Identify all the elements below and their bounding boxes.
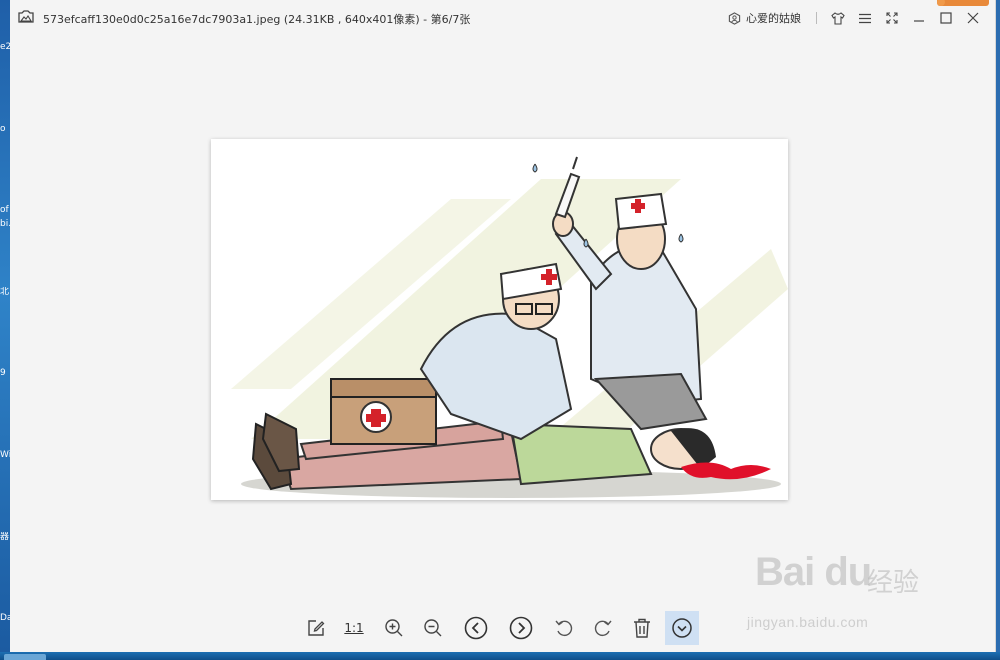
displayed-image[interactable] — [211, 139, 788, 500]
menu-button[interactable] — [856, 9, 874, 27]
close-icon — [967, 12, 979, 24]
start-button[interactable] — [4, 654, 46, 660]
maximize-icon — [940, 12, 952, 24]
desktop-icon-label[interactable]: Wi — [0, 450, 10, 460]
actual-size-label: 1:1 — [344, 621, 364, 635]
more-down-icon — [672, 618, 692, 638]
edit-icon — [308, 620, 325, 636]
user-name: 心爱的姑娘 — [746, 12, 801, 25]
title-bar[interactable]: 573efcaff130e0d0c25a16e7dc7903a1.jpeg (2… — [10, 0, 995, 36]
divider — [816, 12, 817, 24]
desktop-icon-label[interactable]: Da — [0, 613, 10, 623]
minimize-button[interactable] — [910, 9, 928, 27]
user-avatar-icon — [728, 11, 741, 25]
more-button[interactable] — [665, 611, 699, 645]
edit-button[interactable] — [299, 611, 333, 645]
desktop-edge — [0, 0, 10, 660]
close-button[interactable] — [964, 9, 982, 27]
rotate-left-icon — [555, 620, 573, 637]
user-account[interactable]: 心爱的姑娘 — [728, 10, 801, 26]
first-aid-illustration — [231, 156, 788, 498]
zoom-out-button[interactable] — [416, 611, 450, 645]
previous-icon — [464, 616, 488, 640]
desktop-icon-label[interactable]: 北 — [0, 287, 10, 297]
desktop-icon-label[interactable]: bi. — [0, 219, 10, 229]
zoom-out-icon — [424, 619, 442, 637]
image-viewer-window: 573efcaff130e0d0c25a16e7dc7903a1.jpeg (2… — [10, 0, 996, 652]
rotate-right-icon — [594, 620, 612, 637]
desktop-icon-label[interactable]: of — [0, 205, 10, 215]
watermark-brand-cn: 经验 — [867, 568, 920, 598]
window-title: 573efcaff130e0d0c25a16e7dc7903a1.jpeg (2… — [43, 13, 471, 26]
zoom-in-button[interactable] — [377, 611, 411, 645]
desktop-icon-label[interactable]: 9 — [0, 368, 10, 378]
fullscreen-icon — [886, 12, 898, 24]
zoom-in-icon — [385, 619, 403, 637]
watermark-brand: Bai du — [755, 550, 872, 594]
rotate-right-button[interactable] — [586, 611, 620, 645]
minimize-icon — [914, 20, 924, 22]
rotate-left-button[interactable] — [547, 611, 581, 645]
bottom-toolbar: 1:1 — [10, 607, 995, 649]
menu-icon — [859, 13, 871, 23]
viewer-app-icon — [18, 10, 34, 23]
maximize-button[interactable] — [937, 9, 955, 27]
next-icon — [509, 616, 533, 640]
skin-button[interactable] — [829, 9, 847, 27]
desktop-icon-label[interactable]: 器 — [0, 532, 10, 542]
shirt-skin-icon — [831, 11, 845, 25]
previous-button[interactable] — [459, 611, 493, 645]
desktop-icon-label[interactable]: o — [0, 124, 10, 134]
desktop-icon-label[interactable]: e2 — [0, 42, 10, 52]
actual-size-button[interactable]: 1:1 — [337, 611, 371, 645]
taskbar — [0, 652, 1000, 660]
fullscreen-button[interactable] — [883, 9, 901, 27]
next-button[interactable] — [504, 611, 538, 645]
delete-icon — [634, 618, 650, 638]
delete-button[interactable] — [625, 611, 659, 645]
